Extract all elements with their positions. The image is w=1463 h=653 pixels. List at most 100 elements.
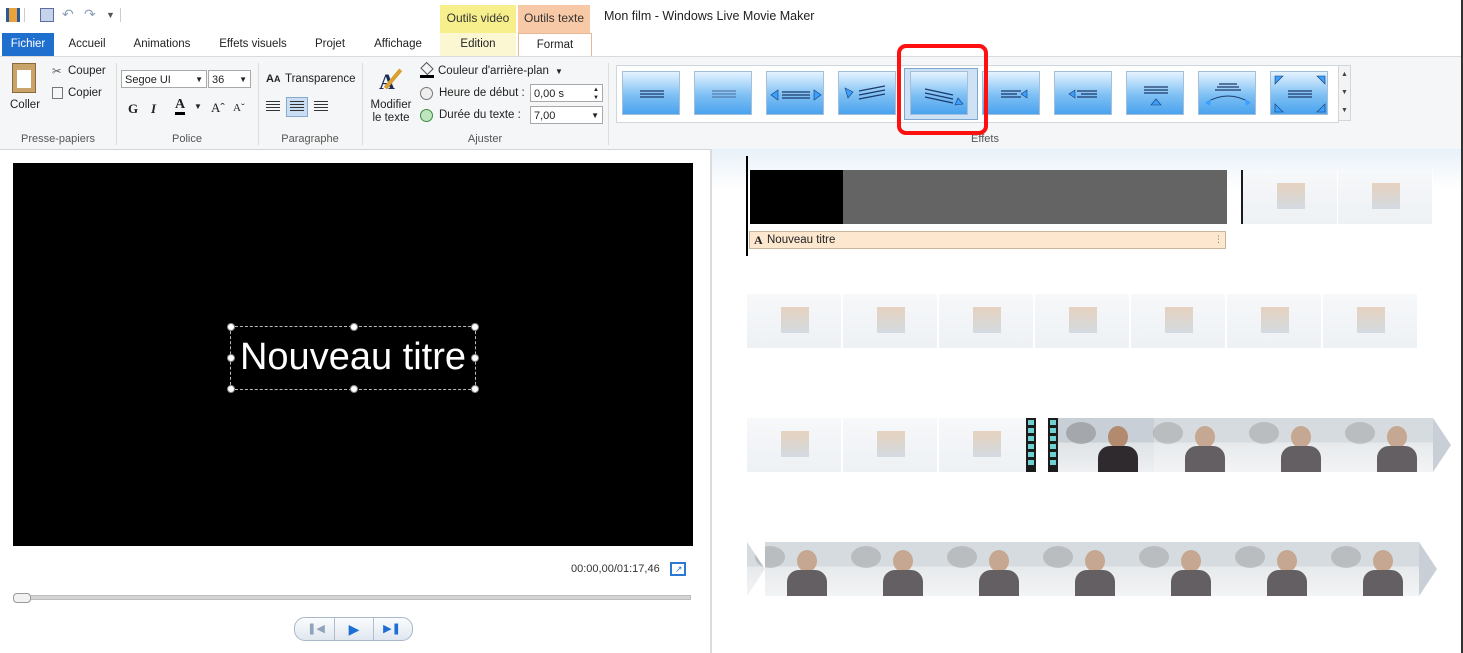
video-thumbnail[interactable]	[1131, 542, 1227, 596]
photo-thumbnail[interactable]	[1338, 170, 1433, 224]
playhead[interactable]	[746, 156, 748, 256]
photo-thumbnail[interactable]	[747, 418, 842, 472]
resize-handle[interactable]	[350, 385, 358, 393]
context-label-video-tools: Outils vidéo	[440, 5, 516, 33]
font-color-icon[interactable]: A	[175, 98, 186, 115]
video-thumbnail[interactable]	[1058, 418, 1154, 472]
tab-edition[interactable]: Edition	[440, 33, 516, 56]
photo-thumbnail[interactable]	[1227, 294, 1322, 348]
qat-customize-icon[interactable]: ▼	[106, 8, 120, 22]
photo-thumbnail[interactable]	[1131, 294, 1226, 348]
effect-fly-in-right[interactable]	[1054, 71, 1112, 115]
video-thumbnail[interactable]	[1241, 418, 1337, 472]
tab-accueil[interactable]: Accueil	[58, 33, 116, 56]
pane-splitter[interactable]	[710, 149, 712, 653]
preview-title-text: Nouveau titre	[239, 336, 466, 378]
photo-thumbnail[interactable]	[843, 294, 938, 348]
video-thumbnail[interactable]	[843, 542, 939, 596]
photo-thumbnail[interactable]	[1035, 294, 1130, 348]
tab-projet[interactable]: Projet	[304, 33, 356, 56]
copy-button[interactable]: Copier	[68, 87, 102, 99]
photo-thumbnail[interactable]	[1243, 170, 1338, 224]
ribbon: Coller ✂ Couper Copier Presse-papiers Se…	[0, 56, 1463, 150]
chevron-down-icon: ▼	[591, 111, 599, 120]
tab-fichier[interactable]: Fichier	[2, 33, 54, 56]
seek-thumb[interactable]	[13, 593, 31, 603]
playback-controls: ❚◀ ▶ ▶❚	[294, 617, 413, 641]
video-thumbnail[interactable]	[1323, 542, 1419, 596]
resize-handle[interactable]	[227, 385, 235, 393]
save-icon[interactable]	[40, 8, 54, 22]
start-time-clock-icon	[420, 87, 433, 100]
transparency-button[interactable]: Transparence	[285, 73, 356, 85]
photo-thumbnail[interactable]	[939, 294, 1034, 348]
spinner-arrows-icon[interactable]: ▲ ▼	[593, 86, 599, 102]
cut-button[interactable]: Couper	[68, 65, 106, 77]
title-clip-black[interactable]	[750, 170, 843, 224]
edit-text-label-1[interactable]: Modifier	[369, 99, 413, 111]
photo-thumbnail[interactable]	[747, 294, 842, 348]
clip-start-notch	[747, 542, 765, 596]
paste-button[interactable]: Coller	[10, 99, 40, 111]
edit-text-icon[interactable]: A	[377, 65, 405, 95]
photo-thumbnail[interactable]	[939, 418, 1034, 472]
effect-fly-up[interactable]	[1126, 71, 1184, 115]
edit-text-label-2[interactable]: le texte	[369, 112, 413, 124]
seek-bar[interactable]	[14, 595, 691, 600]
effect-fly-horizontal[interactable]	[766, 71, 824, 115]
start-time-stepper[interactable]: 0,00 s ▲ ▼	[530, 84, 603, 102]
align-left-icon[interactable]	[266, 101, 280, 113]
text-duration-combo[interactable]: 7,00 ▼	[530, 106, 603, 124]
video-thumbnail[interactable]	[1227, 542, 1323, 596]
shrink-font-icon[interactable]: Aˇ	[233, 102, 245, 114]
undo-icon[interactable]: ↶	[62, 7, 76, 22]
effect-fade[interactable]	[694, 71, 752, 115]
resize-handle[interactable]	[227, 323, 235, 331]
chevron-down-icon[interactable]: ▼	[555, 67, 563, 76]
tab-format[interactable]: Format	[518, 33, 592, 57]
tab-affichage[interactable]: Affichage	[364, 33, 432, 56]
resize-handle[interactable]	[471, 385, 479, 393]
italic-button[interactable]: I	[151, 101, 156, 117]
font-size-combo[interactable]: 36 ▼	[208, 70, 251, 88]
window-title: Mon film - Windows Live Movie Maker	[604, 9, 815, 23]
clip-continues-arrow-icon	[1419, 542, 1437, 596]
video-thumbnail[interactable]	[1337, 418, 1433, 472]
clip-continues-arrow-icon	[1433, 418, 1451, 472]
effect-fly-in-diagonal[interactable]	[838, 71, 896, 115]
next-frame-icon[interactable]: ▶❚	[377, 620, 407, 638]
effect-zoom[interactable]	[1270, 71, 1328, 115]
paint-bucket-icon	[420, 61, 434, 78]
fullscreen-icon[interactable]: ↗	[670, 562, 686, 576]
effect-fly-in-left[interactable]	[982, 71, 1040, 115]
qat-separator	[120, 8, 121, 22]
chevron-down-icon[interactable]: ▼	[194, 102, 202, 111]
video-thumbnail[interactable]	[1035, 542, 1131, 596]
resize-handle[interactable]	[350, 323, 358, 331]
grow-font-icon[interactable]: Aˆ	[211, 100, 225, 116]
bold-button[interactable]: G	[128, 101, 138, 117]
redo-icon[interactable]: ↷	[84, 7, 98, 22]
previous-frame-icon[interactable]: ❚◀	[301, 620, 331, 638]
background-color-button[interactable]: Couleur d'arrière-plan	[438, 65, 549, 77]
align-center-button[interactable]	[286, 97, 308, 117]
tab-effets-visuels[interactable]: Effets visuels	[210, 33, 296, 56]
play-icon[interactable]: ▶	[337, 620, 371, 638]
text-duration-value: 7,00	[534, 110, 556, 122]
effect-none[interactable]	[622, 71, 680, 115]
font-family-combo[interactable]: Segoe UI ▼	[121, 70, 207, 88]
resize-handle[interactable]	[471, 323, 479, 331]
effects-gallery-scroller[interactable]: ▲ ▼ ▼	[1338, 65, 1351, 121]
caption-bar[interactable]: A Nouveau titre ⋮	[749, 231, 1226, 249]
tab-animations[interactable]: Animations	[124, 33, 200, 56]
video-thumbnail[interactable]	[1145, 418, 1241, 472]
title-clip-duration[interactable]	[843, 170, 1227, 224]
photo-thumbnail[interactable]	[843, 418, 938, 472]
photo-thumbnail[interactable]	[1323, 294, 1418, 348]
align-right-icon[interactable]	[314, 101, 328, 113]
copy-icon	[52, 87, 63, 99]
video-thumbnail[interactable]	[939, 542, 1035, 596]
paste-icon[interactable]	[12, 63, 36, 93]
effect-swing[interactable]	[1198, 71, 1256, 115]
transparency-icon: AA	[266, 73, 281, 85]
